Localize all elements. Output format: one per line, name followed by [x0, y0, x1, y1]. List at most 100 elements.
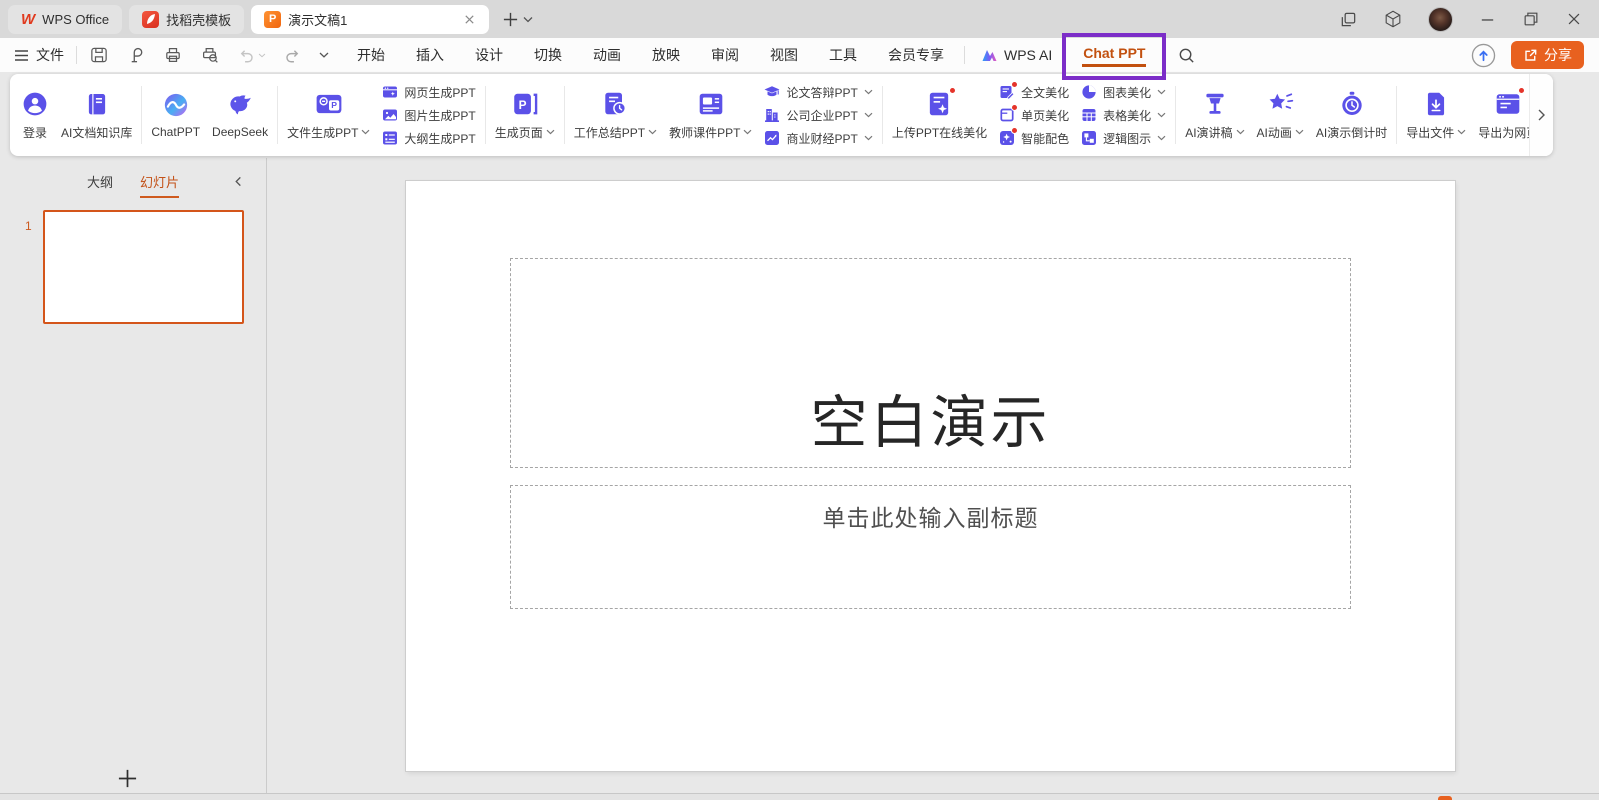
- menu-item-view[interactable]: 视图: [770, 45, 798, 65]
- menu-item-home[interactable]: 开始: [357, 45, 385, 65]
- chevron-down-icon: [1457, 129, 1466, 135]
- scenario-stack: 论文答辩PPT 公司企业PPT 商业财经PPT: [764, 83, 872, 148]
- menu-item-transition[interactable]: 切换: [534, 45, 562, 65]
- new-tab-button[interactable]: [502, 11, 519, 28]
- export-pdf-icon[interactable]: [126, 45, 146, 65]
- ribbon-expand-button[interactable]: [1529, 74, 1553, 156]
- table-beautify-item[interactable]: 表格美化: [1081, 106, 1166, 125]
- collapse-panel-icon[interactable]: [233, 176, 244, 187]
- export-file-button[interactable]: 导出文件: [1406, 90, 1466, 141]
- wps-logo-icon: W: [21, 11, 35, 28]
- menu-item-review[interactable]: 审阅: [711, 45, 739, 65]
- ribbon-group-scenario-ppt: 工作总结PPT 教师课件PPT 论文答辩PPT: [565, 83, 882, 148]
- login-button[interactable]: 登录: [21, 90, 49, 141]
- menu-item-wps-ai[interactable]: WPS AI: [981, 47, 1052, 63]
- outline-list-icon: [382, 130, 398, 146]
- teacher-courseware-ppt-button[interactable]: 教师课件PPT: [669, 90, 752, 141]
- close-tab-icon[interactable]: [463, 13, 476, 26]
- download-document-icon: [1422, 90, 1450, 118]
- menu-item-insert[interactable]: 插入: [416, 45, 444, 65]
- save-icon[interactable]: [89, 45, 109, 65]
- deepseek-button[interactable]: DeepSeek: [212, 91, 268, 139]
- ai-animation-label: AI动画: [1257, 124, 1292, 141]
- search-icon[interactable]: [1177, 46, 1196, 65]
- file-to-ppt-label: 文件生成PPT: [287, 124, 358, 141]
- title-placeholder[interactable]: 空白演示: [510, 258, 1351, 468]
- file-to-ppt-icon: P: [315, 90, 343, 118]
- export-web-button[interactable]: 导出为网页: [1478, 90, 1529, 141]
- chart-beautify-item[interactable]: 图表美化: [1081, 83, 1166, 102]
- thesis-defense-ppt-item[interactable]: 论文答辩PPT: [764, 83, 872, 102]
- image-to-ppt-item[interactable]: 图片生成PPT: [382, 106, 475, 125]
- slide-editing-area[interactable]: 空白演示 单击此处输入副标题: [406, 181, 1455, 771]
- upload-beautify-button[interactable]: 上传PPT在线美化: [892, 90, 987, 141]
- close-window-icon[interactable]: [1565, 10, 1583, 28]
- add-slide-button[interactable]: [117, 768, 138, 789]
- docer-icon: [142, 11, 159, 28]
- beautify-stack-2: 图表美化 表格美化 逻辑图示: [1081, 83, 1166, 148]
- logic-diagram-item[interactable]: 逻辑图示: [1081, 129, 1166, 148]
- tab-outline[interactable]: 大纲: [87, 172, 113, 198]
- tab-slides[interactable]: 幻灯片: [140, 172, 179, 198]
- cloud-upload-icon[interactable]: [1471, 43, 1496, 68]
- slide-thumbnail[interactable]: [43, 210, 244, 324]
- ribbon-group-account: 登录 AI文档知识库: [12, 90, 141, 141]
- tab-wps-office-label: WPS Office: [42, 12, 109, 27]
- tab-wps-office[interactable]: W WPS Office: [8, 5, 122, 34]
- tab-docer-templates[interactable]: 找稻壳模板: [129, 5, 244, 34]
- smart-color-item[interactable]: 智能配色: [999, 129, 1069, 148]
- file-to-ppt-button[interactable]: P 文件生成PPT: [287, 90, 370, 141]
- file-menu-button[interactable]: 文件: [14, 45, 64, 65]
- chatppt-label: ChatPPT: [151, 125, 200, 139]
- print-preview-icon[interactable]: [200, 45, 220, 65]
- ribbon-group-assistants: ChatPPT DeepSeek: [142, 91, 277, 139]
- user-avatar[interactable]: [1428, 7, 1453, 32]
- full-text-beautify-item[interactable]: 全文美化: [999, 83, 1069, 102]
- outline-to-ppt-item[interactable]: 大纲生成PPT: [382, 129, 475, 148]
- menu-item-chat-ppt[interactable]: Chat PPT: [1082, 43, 1146, 67]
- print-icon[interactable]: [163, 45, 183, 65]
- web-page-icon: [382, 84, 398, 100]
- slide-number: 1: [25, 219, 32, 233]
- ppt-file-icon: P: [264, 11, 281, 28]
- flowchart-icon: [1081, 130, 1097, 146]
- qat-customize-chevron-icon[interactable]: [319, 52, 329, 58]
- generate-page-label: 生成页面: [495, 124, 543, 141]
- tab-presentation1[interactable]: P 演示文稿1: [251, 5, 489, 34]
- ai-doc-knowledge-base-button[interactable]: AI文档知识库: [61, 90, 132, 141]
- company-ppt-item[interactable]: 公司企业PPT: [764, 106, 872, 125]
- share-icon: [1523, 48, 1538, 63]
- integration-cube-icon[interactable]: [1383, 9, 1403, 29]
- tab-presentation1-label: 演示文稿1: [288, 10, 347, 29]
- menu-item-animation[interactable]: 动画: [593, 45, 621, 65]
- ai-countdown-button[interactable]: AI演示倒计时: [1316, 90, 1387, 141]
- tab-list-chevron-icon[interactable]: [523, 16, 533, 23]
- business-finance-ppt-item[interactable]: 商业财经PPT: [764, 129, 872, 148]
- work-summary-ppt-button[interactable]: 工作总结PPT: [574, 90, 657, 141]
- undo-button[interactable]: [237, 46, 266, 65]
- wps-ai-label: WPS AI: [1004, 47, 1052, 63]
- generate-page-button[interactable]: P 生成页面: [495, 90, 555, 141]
- deepseek-label: DeepSeek: [212, 125, 268, 139]
- menu-item-design[interactable]: 设计: [475, 45, 503, 65]
- menu-items: 开始 插入 设计 切换 动画 放映 审阅 视图 工具 会员专享: [357, 45, 944, 65]
- redo-button[interactable]: [283, 46, 302, 65]
- menu-item-member[interactable]: 会员专享: [888, 45, 944, 65]
- single-page-beautify-item[interactable]: 单页美化: [999, 106, 1069, 125]
- subtitle-placeholder[interactable]: 单击此处输入副标题: [510, 485, 1351, 609]
- restore-window-icon[interactable]: [1522, 10, 1540, 28]
- chatppt-button[interactable]: ChatPPT: [151, 91, 200, 139]
- business-finance-ppt-label: 商业财经PPT: [786, 130, 857, 147]
- ai-speech-button[interactable]: AI演讲稿: [1185, 90, 1244, 141]
- export-web-label: 导出为网页: [1478, 124, 1529, 141]
- minimize-icon[interactable]: [1478, 10, 1497, 29]
- svg-text:P: P: [331, 100, 337, 110]
- ai-animation-button[interactable]: AI动画: [1257, 90, 1304, 141]
- share-button[interactable]: 分享: [1511, 41, 1584, 69]
- workspace-icon[interactable]: [1339, 10, 1358, 29]
- menu-item-slideshow[interactable]: 放映: [652, 45, 680, 65]
- menu-item-tools[interactable]: 工具: [829, 45, 857, 65]
- menubar: 文件 开始 插入 设计 切换 动画 放映 审阅 视图: [0, 38, 1599, 72]
- web-to-ppt-item[interactable]: 网页生成PPT: [382, 83, 475, 102]
- slide-panel-tabs: 大纲 幻灯片: [0, 172, 266, 198]
